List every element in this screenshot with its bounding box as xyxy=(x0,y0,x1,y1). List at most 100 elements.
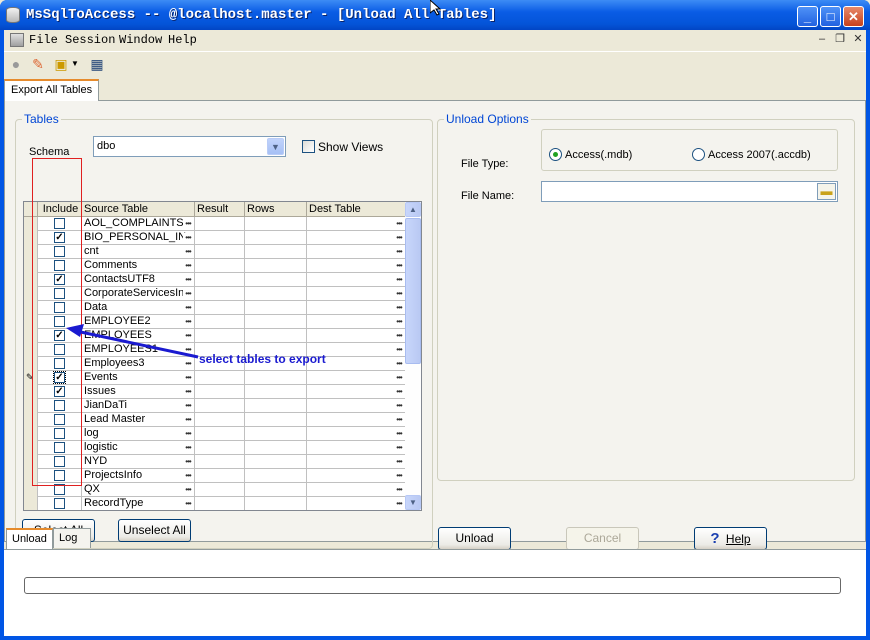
scroll-up-button[interactable]: ▲ xyxy=(405,202,421,217)
result-cell[interactable] xyxy=(195,273,245,287)
open-session-icon[interactable]: ▣ xyxy=(52,55,70,73)
column-header-source-table[interactable]: Source Table xyxy=(82,202,195,217)
ellipsis-button[interactable]: ••• xyxy=(183,471,193,480)
dest-table-cell[interactable]: ••• xyxy=(307,399,406,413)
schema-select[interactable]: dbo ▼ xyxy=(93,136,286,157)
mdi-close-button[interactable]: ✕ xyxy=(851,33,865,46)
source-table-cell[interactable]: ContactsUTF8 ••• xyxy=(82,273,195,287)
chevron-down-icon[interactable]: ▼ xyxy=(267,138,284,155)
rows-cell[interactable] xyxy=(245,231,307,245)
source-table-cell[interactable]: Comments ••• xyxy=(82,259,195,273)
source-table-cell[interactable]: EMPLOYEES ••• xyxy=(82,329,195,343)
minimize-button[interactable]: _ xyxy=(797,6,818,27)
menu-window[interactable]: Window xyxy=(119,33,162,47)
source-table-cell[interactable]: ProjectsInfo ••• xyxy=(82,469,195,483)
result-cell[interactable] xyxy=(195,427,245,441)
result-cell[interactable] xyxy=(195,287,245,301)
rows-cell[interactable] xyxy=(245,301,307,315)
source-table-cell[interactable]: EMPLOYEES1 ••• xyxy=(82,343,195,357)
rows-cell[interactable] xyxy=(245,497,307,510)
source-table-cell[interactable]: Data ••• xyxy=(82,301,195,315)
show-views-checkbox[interactable] xyxy=(302,140,315,153)
rows-cell[interactable] xyxy=(245,385,307,399)
dest-table-cell[interactable]: ••• xyxy=(307,483,406,497)
ellipsis-button[interactable]: ••• xyxy=(183,261,193,270)
dest-table-cell[interactable]: ••• xyxy=(307,455,406,469)
dest-table-cell[interactable]: ••• xyxy=(307,315,406,329)
ellipsis-button[interactable]: ••• xyxy=(183,387,193,396)
result-cell[interactable] xyxy=(195,385,245,399)
source-table-cell[interactable]: Events ••• xyxy=(82,371,195,385)
source-table-cell[interactable]: cnt ••• xyxy=(82,245,195,259)
result-cell[interactable] xyxy=(195,455,245,469)
tab-unload[interactable]: Unload xyxy=(6,528,53,550)
result-cell[interactable] xyxy=(195,259,245,273)
dest-table-cell[interactable]: ••• xyxy=(307,301,406,315)
ellipsis-button[interactable]: ••• xyxy=(183,429,193,438)
close-button[interactable]: ✕ xyxy=(843,6,864,27)
ellipsis-button[interactable]: ••• xyxy=(394,373,404,382)
new-session-icon[interactable]: ✎ xyxy=(29,55,47,73)
rows-cell[interactable] xyxy=(245,455,307,469)
column-header-rows[interactable]: Rows xyxy=(245,202,307,217)
dest-table-cell[interactable]: ••• xyxy=(307,329,406,343)
ellipsis-button[interactable]: ••• xyxy=(183,233,193,242)
source-table-cell[interactable]: NYD ••• xyxy=(82,455,195,469)
result-cell[interactable] xyxy=(195,301,245,315)
radio-access-accdb[interactable] xyxy=(692,148,705,161)
ellipsis-button[interactable]: ••• xyxy=(183,499,193,508)
column-header-dest-table[interactable]: Dest Table xyxy=(307,202,406,217)
menu-session[interactable]: Session xyxy=(65,33,115,47)
ellipsis-button[interactable]: ••• xyxy=(394,233,404,242)
export-icon[interactable]: ▦ xyxy=(88,55,106,73)
source-table-cell[interactable]: logistic ••• xyxy=(82,441,195,455)
rows-cell[interactable] xyxy=(245,371,307,385)
tab-export-all-tables[interactable]: Export All Tables xyxy=(4,79,100,101)
maximize-button[interactable]: □ xyxy=(820,6,841,27)
rows-cell[interactable] xyxy=(245,483,307,497)
scroll-down-button[interactable]: ▼ xyxy=(405,495,421,510)
connect-icon[interactable]: ● xyxy=(7,55,25,73)
rows-cell[interactable] xyxy=(245,259,307,273)
ellipsis-button[interactable]: ••• xyxy=(183,457,193,466)
rows-cell[interactable] xyxy=(245,273,307,287)
ellipsis-button[interactable]: ••• xyxy=(394,387,404,396)
source-table-cell[interactable]: AOL_COMPLAINTS ••• xyxy=(82,217,195,231)
ellipsis-button[interactable]: ••• xyxy=(183,373,193,382)
ellipsis-button[interactable]: ••• xyxy=(183,415,193,424)
result-cell[interactable] xyxy=(195,413,245,427)
rows-cell[interactable] xyxy=(245,287,307,301)
ellipsis-button[interactable]: ••• xyxy=(183,485,193,494)
ellipsis-button[interactable]: ••• xyxy=(394,471,404,480)
source-table-cell[interactable]: CorporateServicesIn ••• xyxy=(82,287,195,301)
ellipsis-button[interactable]: ••• xyxy=(394,443,404,452)
vertical-scrollbar[interactable]: ▲ ▼ xyxy=(405,202,421,510)
result-cell[interactable] xyxy=(195,497,245,510)
dest-table-cell[interactable]: ••• xyxy=(307,497,406,510)
mdi-restore-button[interactable]: ❐ xyxy=(833,33,847,46)
ellipsis-button[interactable]: ••• xyxy=(183,443,193,452)
dest-table-cell[interactable]: ••• xyxy=(307,441,406,455)
result-cell[interactable] xyxy=(195,217,245,231)
rows-cell[interactable] xyxy=(245,329,307,343)
source-table-cell[interactable]: RecordType ••• xyxy=(82,497,195,510)
source-table-cell[interactable]: log ••• xyxy=(82,427,195,441)
ellipsis-button[interactable]: ••• xyxy=(183,345,193,354)
ellipsis-button[interactable]: ••• xyxy=(394,485,404,494)
ellipsis-button[interactable]: ••• xyxy=(394,289,404,298)
ellipsis-button[interactable]: ••• xyxy=(183,247,193,256)
result-cell[interactable] xyxy=(195,329,245,343)
ellipsis-button[interactable]: ••• xyxy=(183,359,193,368)
ellipsis-button[interactable]: ••• xyxy=(394,317,404,326)
rows-cell[interactable] xyxy=(245,413,307,427)
rows-cell[interactable] xyxy=(245,469,307,483)
ellipsis-button[interactable]: ••• xyxy=(183,317,193,326)
source-table-cell[interactable]: JianDaTi ••• xyxy=(82,399,195,413)
result-cell[interactable] xyxy=(195,371,245,385)
table-row[interactable]: RecordType ••• ••• xyxy=(24,497,406,510)
dest-table-cell[interactable]: ••• xyxy=(307,287,406,301)
ellipsis-button[interactable]: ••• xyxy=(183,219,193,228)
dropdown-arrow-icon[interactable]: ▼ xyxy=(70,55,80,73)
ellipsis-button[interactable]: ••• xyxy=(394,275,404,284)
row-selector[interactable] xyxy=(24,497,38,510)
